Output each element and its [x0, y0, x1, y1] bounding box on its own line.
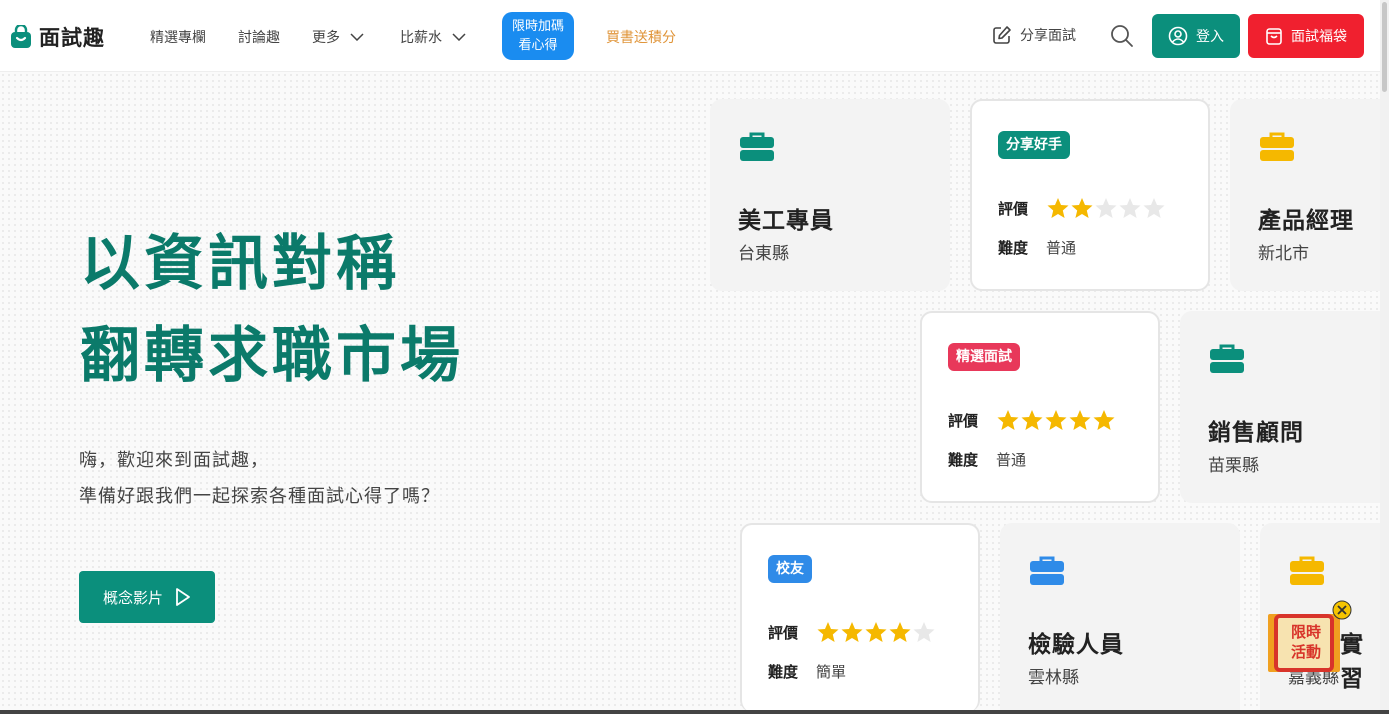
- page-scrollbar-thumb[interactable]: [1382, 2, 1387, 92]
- star-rating: [996, 409, 1116, 431]
- briefcase-icon: [1290, 556, 1324, 585]
- nav-label: 比薪水: [400, 30, 442, 46]
- difficulty-label: 難度: [998, 239, 1029, 257]
- nav-discussion[interactable]: 討論趣: [238, 27, 280, 47]
- hero-headline-line1: 以資訊對稱: [80, 229, 400, 299]
- job-location: 新北市: [1258, 244, 1309, 264]
- nav-label: 更多: [312, 30, 340, 46]
- job-card[interactable]: 檢驗人員 雲林縣: [1000, 523, 1240, 712]
- share-interview-link[interactable]: 分享面試: [992, 25, 1076, 45]
- star-empty-icon: [913, 622, 935, 642]
- star-empty-icon: [1119, 198, 1141, 218]
- job-location: 雲林縣: [1028, 668, 1079, 688]
- user-icon: [1168, 26, 1188, 46]
- star-empty-icon: [1143, 198, 1165, 218]
- chevron-down-icon: [350, 33, 364, 41]
- limited-offer-button[interactable]: 限時加碼 看心得: [502, 12, 574, 60]
- event-text: 限時 活動: [1284, 622, 1328, 662]
- job-title: 銷售顧問: [1208, 420, 1304, 446]
- briefcase-icon: [1260, 132, 1294, 161]
- promo-line1: 限時加碼: [511, 19, 564, 34]
- logo[interactable]: 面試趣: [10, 22, 105, 52]
- review-card[interactable]: 分享好手 評價 難度 普通: [970, 99, 1210, 291]
- job-title: 美工專員: [738, 208, 834, 234]
- video-label: 概念影片: [102, 588, 163, 607]
- review-card[interactable]: 校友 評價 難度 簡單: [740, 523, 980, 712]
- star-empty-icon: [1095, 198, 1117, 218]
- promo-line2: 看心得: [518, 38, 558, 53]
- star-filled-icon: [865, 622, 887, 642]
- badge-top-sharer: 分享好手: [998, 131, 1070, 159]
- review-card[interactable]: 精選面試 評價 難度 普通: [920, 311, 1160, 503]
- difficulty-row: 難度 簡單: [768, 661, 846, 682]
- star-filled-icon: [1093, 410, 1115, 430]
- star-filled-icon: [817, 622, 839, 642]
- limited-event-floating-badge[interactable]: 限時 活動: [1266, 600, 1352, 678]
- job-title: 產品經理: [1258, 208, 1354, 234]
- star-filled-icon: [1047, 198, 1069, 218]
- job-location: 苗栗縣: [1208, 456, 1259, 476]
- bag-label: 面試福袋: [1291, 29, 1347, 45]
- login-button[interactable]: 登入: [1152, 14, 1240, 58]
- difficulty-value: 普通: [996, 451, 1027, 469]
- star-rating: [816, 621, 936, 643]
- badge-alumni: 校友: [768, 555, 812, 583]
- star-filled-icon: [1021, 410, 1043, 430]
- bottom-edge: [0, 710, 1389, 714]
- rating-label: 評價: [948, 411, 979, 430]
- logo-text: 面試趣: [39, 26, 105, 50]
- job-location: 台東縣: [738, 244, 789, 264]
- play-icon: [176, 588, 190, 606]
- briefcase-icon: [1210, 344, 1244, 373]
- star-filled-icon: [889, 622, 911, 642]
- difficulty-value: 普通: [1046, 239, 1077, 257]
- nav-salary-dropdown[interactable]: 比薪水: [400, 27, 466, 47]
- star-filled-icon: [997, 410, 1019, 430]
- buy-book-link[interactable]: 買書送積分: [606, 27, 676, 47]
- difficulty-label: 難度: [768, 663, 799, 681]
- briefcase-icon: [740, 132, 774, 161]
- event-line2: 活動: [1290, 643, 1321, 661]
- hero-subtitle-line2: 準備好跟我們一起探索各種面試心得了嗎？: [79, 486, 440, 507]
- star-filled-icon: [1071, 198, 1093, 218]
- page-scrollbar-track[interactable]: [1380, 0, 1389, 714]
- job-card[interactable]: 銷售顧問 苗栗縣: [1180, 311, 1380, 503]
- difficulty-value: 簡單: [816, 663, 847, 681]
- nav-featured-columns[interactable]: 精選專欄: [150, 27, 206, 47]
- rating-row: 評價: [768, 621, 936, 643]
- job-card[interactable]: 美工專員 台東縣: [710, 99, 950, 291]
- nav-label: 討論趣: [238, 30, 280, 46]
- rating-label: 評價: [998, 199, 1029, 218]
- edit-icon: [993, 26, 1011, 44]
- event-line1: 限時: [1290, 623, 1321, 641]
- shopping-bag-logo-icon: [11, 25, 31, 48]
- nav-more-dropdown[interactable]: 更多: [312, 27, 364, 47]
- close-icon[interactable]: [1332, 600, 1352, 620]
- nav-label: 精選專欄: [150, 30, 206, 46]
- badge-featured-interview: 精選面試: [948, 343, 1020, 371]
- concept-video-button[interactable]: 概念影片: [79, 571, 215, 623]
- rating-row: 評價: [998, 197, 1166, 219]
- login-label: 登入: [1196, 29, 1224, 45]
- star-filled-icon: [1069, 410, 1091, 430]
- hero-headline-line2: 翻轉求職市場: [80, 321, 464, 391]
- interview-bag-button[interactable]: 面試福袋: [1248, 14, 1364, 58]
- rating-row: 評價: [948, 409, 1116, 431]
- difficulty-row: 難度 普通: [998, 237, 1076, 258]
- difficulty-label: 難度: [948, 451, 979, 469]
- bag-icon: [1266, 28, 1282, 45]
- star-rating: [1046, 197, 1166, 219]
- search-icon[interactable]: [1110, 24, 1134, 48]
- share-label: 分享面試: [1020, 28, 1076, 44]
- star-filled-icon: [841, 622, 863, 642]
- chevron-down-icon: [452, 33, 466, 41]
- job-card[interactable]: 產品經理 新北市: [1230, 99, 1380, 291]
- difficulty-row: 難度 普通: [948, 449, 1026, 470]
- briefcase-icon: [1030, 556, 1064, 585]
- hero-subtitle-line1: 嗨，歡迎來到面試趣，: [79, 450, 269, 471]
- top-navbar: 面試趣 精選專欄 討論趣 更多 比薪水 限時加碼 看心得 買書送積分 分享面試: [0, 0, 1380, 72]
- star-filled-icon: [1045, 410, 1067, 430]
- job-title: 檢驗人員: [1028, 632, 1124, 658]
- rating-label: 評價: [768, 623, 799, 642]
